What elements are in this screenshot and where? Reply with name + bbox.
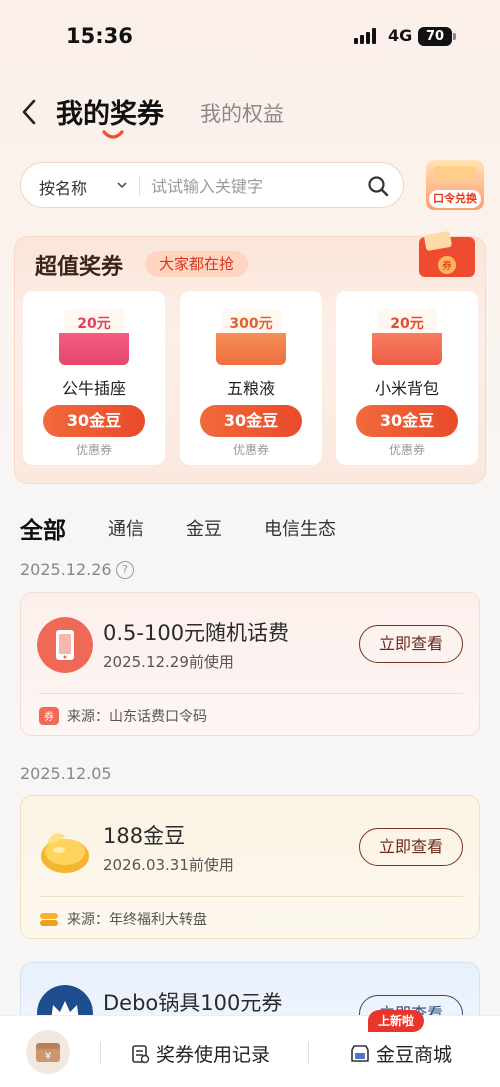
coupon-card[interactable]: 188金豆 2026.03.31前使用 立即查看 来源：年终福利大转盘 bbox=[20, 795, 480, 939]
group-date: 2025.12.26 bbox=[20, 560, 112, 579]
view-now-button[interactable]: 立即查看 bbox=[359, 828, 463, 866]
tab-active-indicator bbox=[102, 130, 124, 139]
battery-icon: 70 bbox=[418, 27, 456, 46]
divider bbox=[100, 1042, 101, 1064]
super-coupons-title: 超值奖券 bbox=[35, 255, 124, 280]
gold-bean-icon bbox=[41, 833, 89, 873]
coupon-expiry: 2026.03.31前使用 bbox=[103, 856, 234, 874]
signal-icon bbox=[354, 28, 380, 44]
coupon-name: 小米背包 bbox=[374, 379, 439, 398]
coupon-title: 0.5-100元随机话费 bbox=[103, 621, 290, 645]
coupon-type: 优惠券 bbox=[388, 443, 425, 457]
gold-coins-icon bbox=[40, 913, 58, 926]
filter-tab-all[interactable]: 全部 bbox=[20, 511, 66, 545]
phone-icon bbox=[37, 617, 93, 673]
super-coupon-card[interactable]: 20元 公牛插座 30金豆 优惠券 bbox=[23, 291, 165, 465]
document-icon bbox=[132, 1045, 150, 1064]
search-icon[interactable] bbox=[367, 175, 389, 197]
red-envelope-icon: 300元 bbox=[216, 309, 286, 365]
search-filter-dropdown[interactable]: 按名称 bbox=[39, 175, 87, 199]
red-envelope-icon: 20元 bbox=[372, 309, 442, 365]
back-arrow-icon[interactable] bbox=[18, 98, 42, 126]
coupon-name: 公牛插座 bbox=[61, 379, 126, 398]
filter-tab-gold-beans[interactable]: 金豆 bbox=[186, 515, 222, 541]
svg-text:券: 券 bbox=[44, 710, 54, 723]
search-bar: 按名称 bbox=[20, 162, 404, 208]
svg-text:券: 券 bbox=[442, 259, 452, 272]
super-coupons-tag: 大家都在抢 bbox=[145, 251, 249, 277]
tab-my-coupons[interactable]: 我的奖券 bbox=[56, 92, 164, 131]
bottom-bar: ¥ 奖券使用记录 金豆商城 上新啦 bbox=[0, 1010, 500, 1087]
coupon-name: 五粮液 bbox=[226, 379, 275, 398]
usage-records-link[interactable]: 奖券使用记录 bbox=[156, 1040, 270, 1067]
coupon-source: 来源：年终福利大转盘 bbox=[67, 912, 207, 928]
filter-tab-ecosystem[interactable]: 电信生态 bbox=[264, 515, 336, 541]
coupon-source-icon: 券 bbox=[39, 707, 59, 725]
red-envelope-icon: 20元 bbox=[59, 309, 129, 365]
coupon-expiry: 2025.12.29前使用 bbox=[103, 653, 234, 671]
gold-bean-mall-link[interactable]: 金豆商城 bbox=[376, 1040, 452, 1067]
coupon-title: 188金豆 bbox=[103, 824, 186, 848]
exchange-button[interactable]: 30金豆 bbox=[200, 405, 302, 437]
search-input[interactable] bbox=[151, 174, 361, 198]
password-redeem-button[interactable]: 口令兑换 bbox=[424, 158, 486, 212]
coupon-card[interactable]: 0.5-100元随机话费 2025.12.29前使用 立即查看 券 来源：山东话… bbox=[20, 592, 480, 736]
password-redeem-label: 口令兑换 bbox=[429, 190, 481, 208]
view-now-button[interactable]: 立即查看 bbox=[359, 625, 463, 663]
divider bbox=[39, 896, 463, 897]
divider bbox=[308, 1042, 309, 1064]
status-time: 15:36 bbox=[66, 24, 133, 48]
coupon-title: Debo锅具100元券 bbox=[103, 991, 283, 1015]
svg-text:¥: ¥ bbox=[45, 1051, 51, 1062]
coupon-type: 优惠券 bbox=[75, 443, 112, 457]
chevron-down-icon[interactable] bbox=[117, 180, 127, 190]
tab-my-benefits[interactable]: 我的权益 bbox=[200, 98, 284, 128]
coupon-source: 来源：山东话费口令码 bbox=[67, 709, 207, 725]
coupon-type: 优惠券 bbox=[232, 443, 269, 457]
super-coupon-card[interactable]: 300元 五粮液 30金豆 优惠券 bbox=[180, 291, 322, 465]
network-type: 4G bbox=[388, 26, 413, 45]
divider bbox=[139, 176, 140, 196]
new-badge: 上新啦 bbox=[368, 1010, 425, 1032]
group-date: 2025.12.05 bbox=[20, 764, 112, 783]
divider bbox=[39, 693, 463, 694]
exchange-button[interactable]: 30金豆 bbox=[356, 405, 458, 437]
help-icon[interactable]: ? bbox=[116, 561, 134, 579]
filter-tab-telecom[interactable]: 通信 bbox=[108, 515, 144, 541]
super-coupons-section: 超值奖券 大家都在抢 券 20元 公牛插座 30金豆 优惠券 300元 五粮液 … bbox=[14, 231, 486, 484]
coupon-decoration-icon: 券 bbox=[419, 231, 475, 277]
wallet-icon: ¥ bbox=[36, 1043, 60, 1062]
super-coupon-card[interactable]: 20元 小米背包 30金豆 优惠券 bbox=[336, 291, 478, 465]
gift-box-icon bbox=[434, 166, 476, 180]
exchange-button[interactable]: 30金豆 bbox=[43, 405, 145, 437]
wallet-button[interactable]: ¥ bbox=[26, 1030, 70, 1074]
shop-icon bbox=[351, 1045, 369, 1062]
